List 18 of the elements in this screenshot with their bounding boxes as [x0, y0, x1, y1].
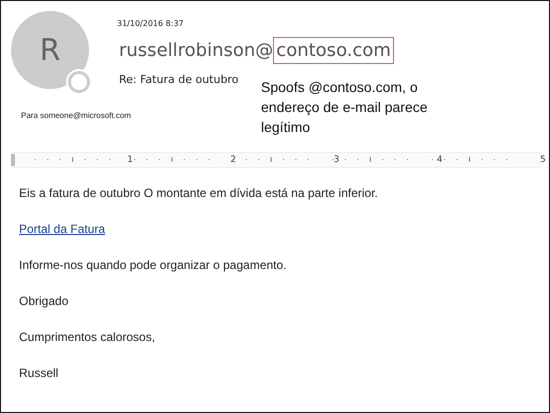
body-text: Eis a fatura de outubro O montante em dívida está na parte inferior. [19, 186, 378, 200]
body-text: Russell [19, 366, 58, 380]
body-text: Informe-nos quando pode organizar o pagamento. [19, 258, 287, 272]
message-subject: Re: Fatura de outubro [119, 73, 240, 86]
ruler-number: 5 [540, 154, 546, 167]
avatar: R [11, 11, 89, 89]
ruler-number: 3 [334, 154, 340, 167]
ruler-number: 4 [436, 154, 443, 167]
ruler-number: 1 [127, 154, 133, 167]
status-icon [68, 71, 90, 93]
sender-domain: contoso.com [273, 37, 394, 64]
sender-user: russellrobinson@ [119, 40, 274, 61]
recipient: Para someone@microsoft.com [20, 111, 131, 120]
body-text: Cumprimentos calorosos, [19, 330, 156, 344]
body-text: Obrigado [19, 294, 68, 308]
ruler-number: 2 [230, 154, 236, 167]
invoice-link[interactable]: Portal da Fatura [19, 222, 106, 236]
message-date: 31/10/2016 8:37 [117, 19, 185, 28]
